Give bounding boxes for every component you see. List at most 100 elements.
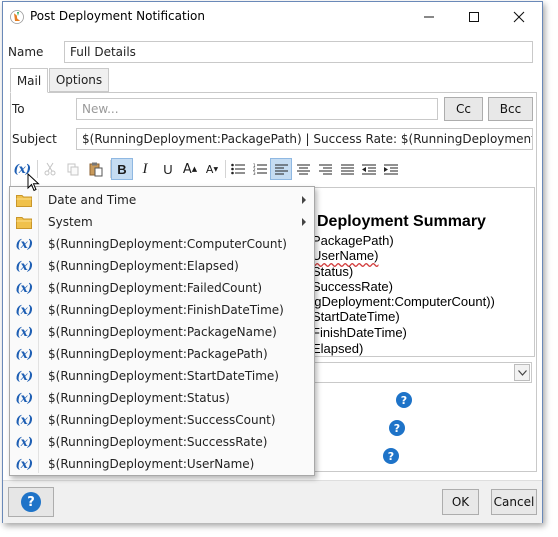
maximize-button[interactable] <box>451 2 496 32</box>
window-title: Post Deployment Notification <box>30 9 205 23</box>
submenu-arrow-icon <box>302 218 306 226</box>
variable-icon: (x) <box>15 347 33 361</box>
variable-icon: (x) <box>15 369 33 383</box>
menu-item-label: $(RunningDeployment:FinishDateTime) <box>48 303 284 317</box>
grow-font-label: A <box>182 161 192 177</box>
copy-button[interactable] <box>62 158 84 180</box>
formatting-toolbar: (x) B I U A ▲ A ▼ 123 <box>12 157 535 183</box>
tab-mail[interactable]: Mail <box>10 68 48 93</box>
bullet-list-button[interactable] <box>227 158 249 180</box>
menu-item-variable[interactable]: (x) $(RunningDeployment:FinishDateTime) <box>11 299 313 321</box>
help-icon: ? <box>21 492 41 512</box>
name-field[interactable]: Full Details <box>64 41 533 63</box>
cut-icon <box>44 162 56 176</box>
align-center-icon <box>296 164 310 174</box>
align-left-button[interactable] <box>270 158 292 180</box>
menu-item-label: $(RunningDeployment:ComputerCount) <box>48 237 287 251</box>
menu-item-variable[interactable]: (x) $(RunningDeployment:StartDateTime) <box>11 365 313 387</box>
submenu-arrow-icon <box>302 196 306 204</box>
app-icon <box>10 10 24 24</box>
toolbar-separator <box>225 160 226 178</box>
numbered-list-button[interactable]: 123 <box>249 158 271 180</box>
variable-icon: (x) <box>15 457 33 471</box>
tab-options[interactable]: Options <box>49 68 109 92</box>
variable-icon: (x) <box>15 259 33 273</box>
italic-button[interactable]: I <box>134 158 156 180</box>
paste-button[interactable] <box>85 158 107 180</box>
menu-item-variable[interactable]: (x) $(RunningDeployment:FailedCount) <box>11 277 313 299</box>
justify-icon <box>340 164 354 174</box>
mouse-cursor-icon <box>27 173 40 192</box>
close-button[interactable] <box>496 2 541 32</box>
menu-item-variable[interactable]: (x) $(RunningDeployment:SuccessRate) <box>11 431 313 453</box>
editor-line: UserName) <box>312 248 379 263</box>
menu-item-label: $(RunningDeployment:Elapsed) <box>48 259 239 273</box>
menu-item-label: $(RunningDeployment:Status) <box>48 391 230 405</box>
justify-button[interactable] <box>336 158 358 180</box>
editor-line: SuccessRate) <box>312 279 393 294</box>
menu-item-variable[interactable]: (x) $(RunningDeployment:ComputerCount) <box>11 233 313 255</box>
minimize-icon <box>423 16 434 18</box>
menu-item-variable[interactable]: (x) $(RunningDeployment:Status) <box>11 387 313 409</box>
bullet-list-icon <box>231 163 245 175</box>
name-label: Name <box>8 45 44 59</box>
variable-icon: (x) <box>15 325 33 339</box>
menu-item-label: $(RunningDeployment:StartDateTime) <box>48 369 279 383</box>
menu-item-variable[interactable]: (x) $(RunningDeployment:PackagePath) <box>11 343 313 365</box>
help-marker-icon[interactable]: ? <box>389 420 405 436</box>
cancel-button[interactable]: Cancel <box>491 489 537 515</box>
editor-line: Status) <box>312 264 354 279</box>
align-right-button[interactable] <box>314 158 336 180</box>
shrink-font-button[interactable]: A ▼ <box>201 158 223 180</box>
menu-item-variable[interactable]: (x) $(RunningDeployment:Elapsed) <box>11 255 313 277</box>
grow-font-button[interactable]: A ▲ <box>179 158 201 180</box>
variable-icon: (x) <box>15 303 33 317</box>
menu-item-label: $(RunningDeployment:PackagePath) <box>48 347 268 361</box>
help-marker-icon[interactable]: ? <box>383 448 399 464</box>
menu-item-label: Date and Time <box>48 193 137 207</box>
indent-button[interactable] <box>380 158 402 180</box>
menu-item-label: $(RunningDeployment:PackageName) <box>48 325 277 339</box>
bold-button[interactable]: B <box>111 158 133 180</box>
minimize-button[interactable] <box>406 2 451 32</box>
chevron-down-icon <box>517 369 527 376</box>
indent-icon <box>384 164 398 174</box>
subject-field[interactable]: $(RunningDeployment:PackagePath) | Succe… <box>76 128 533 150</box>
numbered-list-icon: 123 <box>253 163 267 175</box>
dialog-footer: ? OK Cancel <box>3 480 542 523</box>
editor-line: ngDeployment:ComputerCount)) <box>307 294 495 309</box>
variable-icon: (x) <box>15 237 33 251</box>
dropdown-arrow[interactable] <box>514 364 530 381</box>
variable-icon: (x) <box>15 435 33 449</box>
menu-item-label: $(RunningDeployment:UserName) <box>48 457 255 471</box>
editor-line: StartDateTime) <box>312 309 400 324</box>
folder-icon <box>15 192 33 208</box>
cc-button[interactable]: Cc <box>444 97 483 121</box>
to-field[interactable]: New... <box>76 98 438 120</box>
align-left-icon <box>274 164 288 174</box>
menu-item-date-and-time[interactable]: Date and Time <box>11 189 313 211</box>
align-center-button[interactable] <box>292 158 314 180</box>
cut-button[interactable] <box>39 158 61 180</box>
outdent-button[interactable] <box>358 158 380 180</box>
menu-item-system[interactable]: System <box>11 211 313 233</box>
editor-line: PackagePath) <box>312 233 394 248</box>
align-right-icon <box>318 164 332 174</box>
svg-text:3: 3 <box>253 171 256 175</box>
shrink-font-label: A <box>205 162 214 176</box>
ok-button[interactable]: OK <box>442 489 479 515</box>
editor-heading: Deployment Summary <box>317 213 486 230</box>
bcc-button[interactable]: Bcc <box>488 97 533 121</box>
help-button[interactable]: ? <box>8 487 54 517</box>
menu-item-label: $(RunningDeployment:SuccessRate) <box>48 435 268 449</box>
caret-down-icon: ▼ <box>213 165 219 173</box>
close-icon <box>513 11 524 23</box>
variable-icon: (x) <box>15 391 33 405</box>
underline-button[interactable]: U <box>157 158 179 180</box>
menu-item-variable[interactable]: (x) $(RunningDeployment:PackageName) <box>11 321 313 343</box>
menu-item-variable[interactable]: (x) $(RunningDeployment:UserName) <box>11 453 313 475</box>
folder-icon <box>15 214 33 230</box>
menu-item-variable[interactable]: (x) $(RunningDeployment:SuccessCount) <box>11 409 313 431</box>
help-marker-icon[interactable]: ? <box>396 392 412 408</box>
maximize-icon <box>468 12 479 22</box>
